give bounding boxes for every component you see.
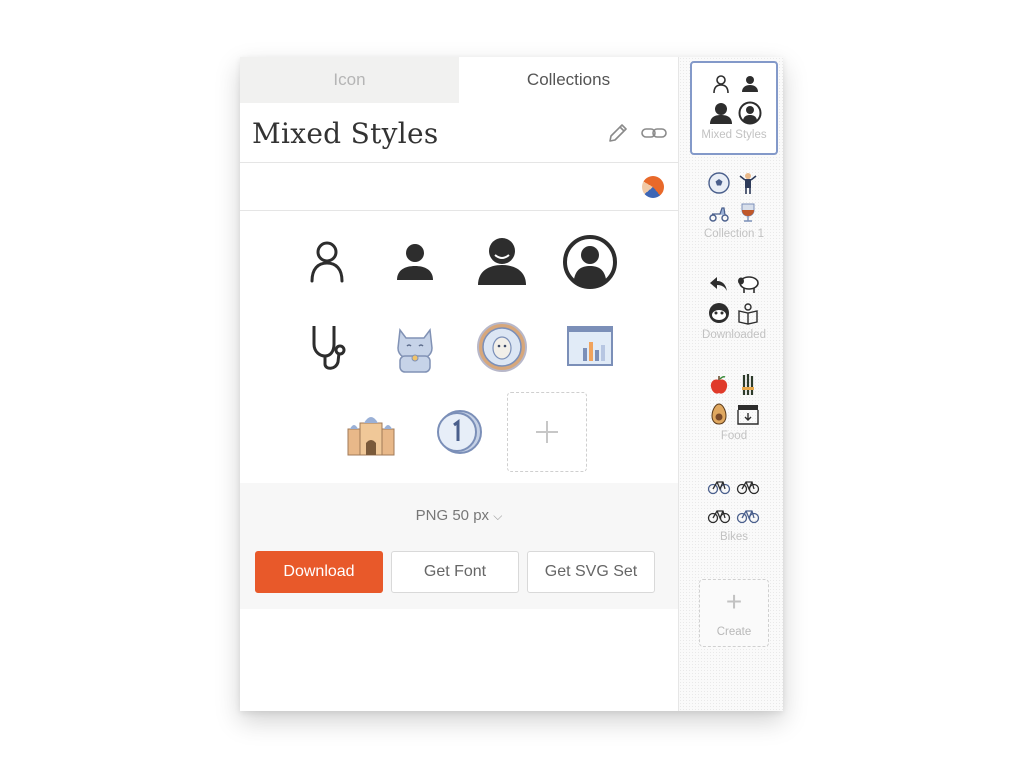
add-icon-button[interactable] (507, 392, 587, 472)
sidebar-item-downloaded[interactable]: Downloaded (690, 263, 778, 357)
user-round-icon (478, 238, 526, 285)
user-outline-icon (310, 241, 344, 283)
user-round-icon (709, 102, 732, 124)
get-svg-set-button[interactable]: Get SVG Set (527, 551, 655, 593)
user-outline-icon (712, 74, 729, 93)
format-dropdown[interactable]: PNG 50 px ⌵ (240, 507, 678, 524)
apple-icon (710, 375, 727, 394)
format-label: PNG 50 px (415, 507, 490, 524)
bicycle-icon (707, 509, 730, 523)
icon-cell[interactable] (375, 222, 455, 302)
user-circle-icon (738, 101, 761, 124)
sidebar-item-collection-1[interactable]: Collection 1 (690, 162, 778, 256)
icon-cell[interactable] (375, 307, 455, 387)
plus-icon: + (725, 586, 743, 617)
sidebar-item-label: Bikes (719, 531, 749, 543)
color-toolbar (240, 163, 678, 211)
sidebar-item-label: Downloaded (702, 329, 766, 341)
tab-collections[interactable]: Collections (459, 57, 678, 103)
create-label: Create (716, 626, 752, 638)
avocado-icon (710, 402, 727, 425)
sheep-icon (737, 275, 759, 293)
color-picker-icon[interactable] (642, 176, 664, 198)
dog-badge-icon (477, 322, 527, 372)
reply-arrow-icon (709, 276, 727, 291)
link-icon[interactable] (640, 121, 668, 145)
sidebar-item-food[interactable]: Food (690, 364, 778, 458)
icon-cell[interactable] (550, 307, 630, 387)
tab-icon[interactable]: Icon (240, 57, 459, 103)
sidebar-item-bikes[interactable]: Bikes (690, 465, 778, 559)
icon-cell[interactable] (462, 222, 542, 302)
reading-book-icon (737, 302, 758, 325)
sidebar-item-label: Collection 1 (703, 228, 765, 240)
user-circle-icon (563, 235, 617, 289)
food-stand-icon (736, 404, 759, 425)
icon-cell[interactable] (550, 222, 630, 302)
plus-icon (536, 421, 558, 443)
user-filled-icon (741, 75, 758, 92)
businessman-icon (739, 172, 756, 194)
icon-collection-panel: Icon Collections Mixed Styles PNG 50 px … (240, 57, 783, 711)
bicycle-icon (707, 480, 730, 494)
chart-window-icon (567, 326, 613, 366)
collection-title: Mixed Styles (252, 117, 439, 150)
sidebar-item-label: Mixed Styles (701, 129, 767, 141)
icon-cell[interactable] (418, 392, 498, 472)
chevron-down-icon: ⌵ (493, 509, 503, 523)
soccer-ball-icon (707, 171, 730, 194)
icon-cell[interactable] (462, 307, 542, 387)
lucky-cat-icon (397, 328, 433, 373)
wine-glass-icon (741, 203, 754, 222)
tab-bar: Icon Collections (240, 57, 678, 103)
download-button[interactable]: Download (255, 551, 383, 593)
get-font-button[interactable]: Get Font (391, 551, 519, 593)
sidebar-item-mixed-styles[interactable]: Mixed Styles (690, 61, 778, 155)
collection-editor: Icon Collections Mixed Styles PNG 50 px … (240, 57, 678, 711)
asparagus-icon (741, 373, 754, 395)
icon-cell[interactable] (287, 307, 367, 387)
pencil-icon[interactable] (606, 121, 630, 145)
user-filled-icon (397, 244, 433, 280)
sidebar-item-label: Food (720, 430, 748, 442)
cathedral-icon (347, 417, 395, 456)
stethoscope-icon (312, 326, 346, 370)
collection-header: Mixed Styles (240, 103, 678, 163)
icon-grid (240, 212, 678, 482)
bicycle-icon (736, 480, 759, 494)
icon-cell[interactable] (287, 222, 367, 302)
coin-one-icon (437, 410, 482, 454)
scooter-icon (708, 206, 729, 222)
download-options: PNG 50 px ⌵ Download Get Font Get SVG Se… (240, 483, 678, 609)
icon-cell[interactable] (331, 392, 411, 472)
monkey-face-icon (708, 302, 729, 323)
collections-sidebar: Mixed Styles Collection 1 Downloaded Foo… (678, 57, 783, 711)
bicycle-icon (736, 509, 759, 523)
create-collection-button[interactable]: + Create (699, 579, 769, 647)
